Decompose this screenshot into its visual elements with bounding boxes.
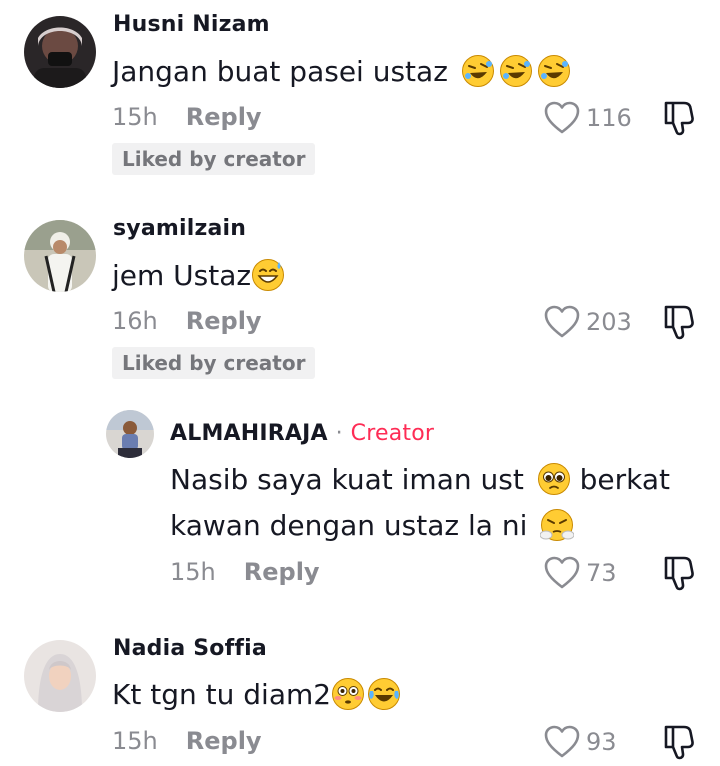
- steam-from-nose-emoji: [540, 508, 575, 542]
- comment-body-1b: berkat: [579, 463, 671, 496]
- comment-body: jem Ustaz: [112, 259, 252, 292]
- timestamp: 16h: [112, 307, 158, 335]
- like-button[interactable]: 116: [544, 101, 632, 135]
- reply-button[interactable]: Reply: [186, 103, 262, 131]
- username[interactable]: Nadia Soffia: [113, 636, 267, 661]
- like-count: 203: [586, 308, 632, 336]
- heart-icon: [544, 305, 580, 339]
- username-row: ALMAHIRAJA · Creator: [170, 421, 434, 446]
- avatar[interactable]: [24, 220, 96, 292]
- like-button[interactable]: 73: [544, 556, 617, 590]
- rofl-emoji: [461, 54, 495, 88]
- timestamp: 15h: [112, 103, 158, 131]
- username[interactable]: syamilzain: [113, 216, 246, 241]
- comment-text-line-2: kawan dengan ustaz la ni: [170, 503, 575, 549]
- avatar[interactable]: [24, 16, 96, 88]
- comment-body-2: kawan dengan ustaz la ni: [170, 509, 528, 542]
- avatar[interactable]: [106, 410, 154, 458]
- dislike-button[interactable]: [662, 100, 696, 136]
- reply-button[interactable]: Reply: [244, 558, 320, 586]
- comment-meta: 15h Reply: [112, 103, 262, 131]
- dislike-button[interactable]: [662, 304, 696, 340]
- timestamp: 15h: [112, 727, 158, 755]
- liked-by-creator-badge: Liked by creator: [112, 143, 316, 175]
- thumbs-down-icon: [662, 304, 696, 340]
- comment-text: Jangan buat pasei ustaz: [112, 49, 571, 95]
- rofl-emoji: [537, 54, 571, 88]
- heart-icon: [544, 556, 580, 590]
- rofl-emoji: [499, 54, 533, 88]
- dislike-button[interactable]: [662, 555, 696, 591]
- timestamp: 15h: [170, 558, 216, 586]
- comment-body: Jangan buat pasei ustaz: [112, 55, 448, 88]
- like-button[interactable]: 93: [544, 725, 617, 759]
- username[interactable]: ALMAHIRAJA: [170, 421, 328, 446]
- comment-body: Kt tgn tu diam2: [112, 678, 332, 711]
- grinning-sweat-emoji: [251, 258, 285, 292]
- thumbs-down-icon: [662, 724, 696, 760]
- separator-dot: ·: [335, 421, 343, 446]
- creator-label: Creator: [350, 421, 435, 446]
- comment-meta: 15h Reply: [170, 558, 320, 586]
- flushed-face-emoji: [331, 677, 365, 711]
- like-count: 73: [586, 559, 617, 587]
- heart-icon: [544, 725, 580, 759]
- comment-text: Kt tgn tu diam2: [112, 672, 401, 718]
- comment-text-line-1: Nasib saya kuat iman ust berkat: [170, 457, 670, 503]
- comment-text: jem Ustaz: [112, 253, 285, 299]
- like-count: 93: [586, 728, 617, 756]
- like-button[interactable]: 203: [544, 305, 632, 339]
- heart-icon: [544, 101, 580, 135]
- thumbs-down-icon: [662, 555, 696, 591]
- comment-meta: 16h Reply: [112, 307, 262, 335]
- like-count: 116: [586, 104, 632, 132]
- reply-button[interactable]: Reply: [186, 727, 262, 755]
- thumbs-down-icon: [662, 100, 696, 136]
- pleading-face-emoji: [537, 462, 571, 496]
- liked-by-creator-badge: Liked by creator: [112, 347, 316, 379]
- crying-laughing-emoji: [367, 677, 401, 711]
- comment-body-1: Nasib saya kuat iman ust: [170, 463, 524, 496]
- dislike-button[interactable]: [662, 724, 696, 760]
- avatar[interactable]: [24, 640, 96, 712]
- username[interactable]: Husni Nizam: [113, 12, 270, 37]
- comment-meta: 15h Reply: [112, 727, 262, 755]
- reply-button[interactable]: Reply: [186, 307, 262, 335]
